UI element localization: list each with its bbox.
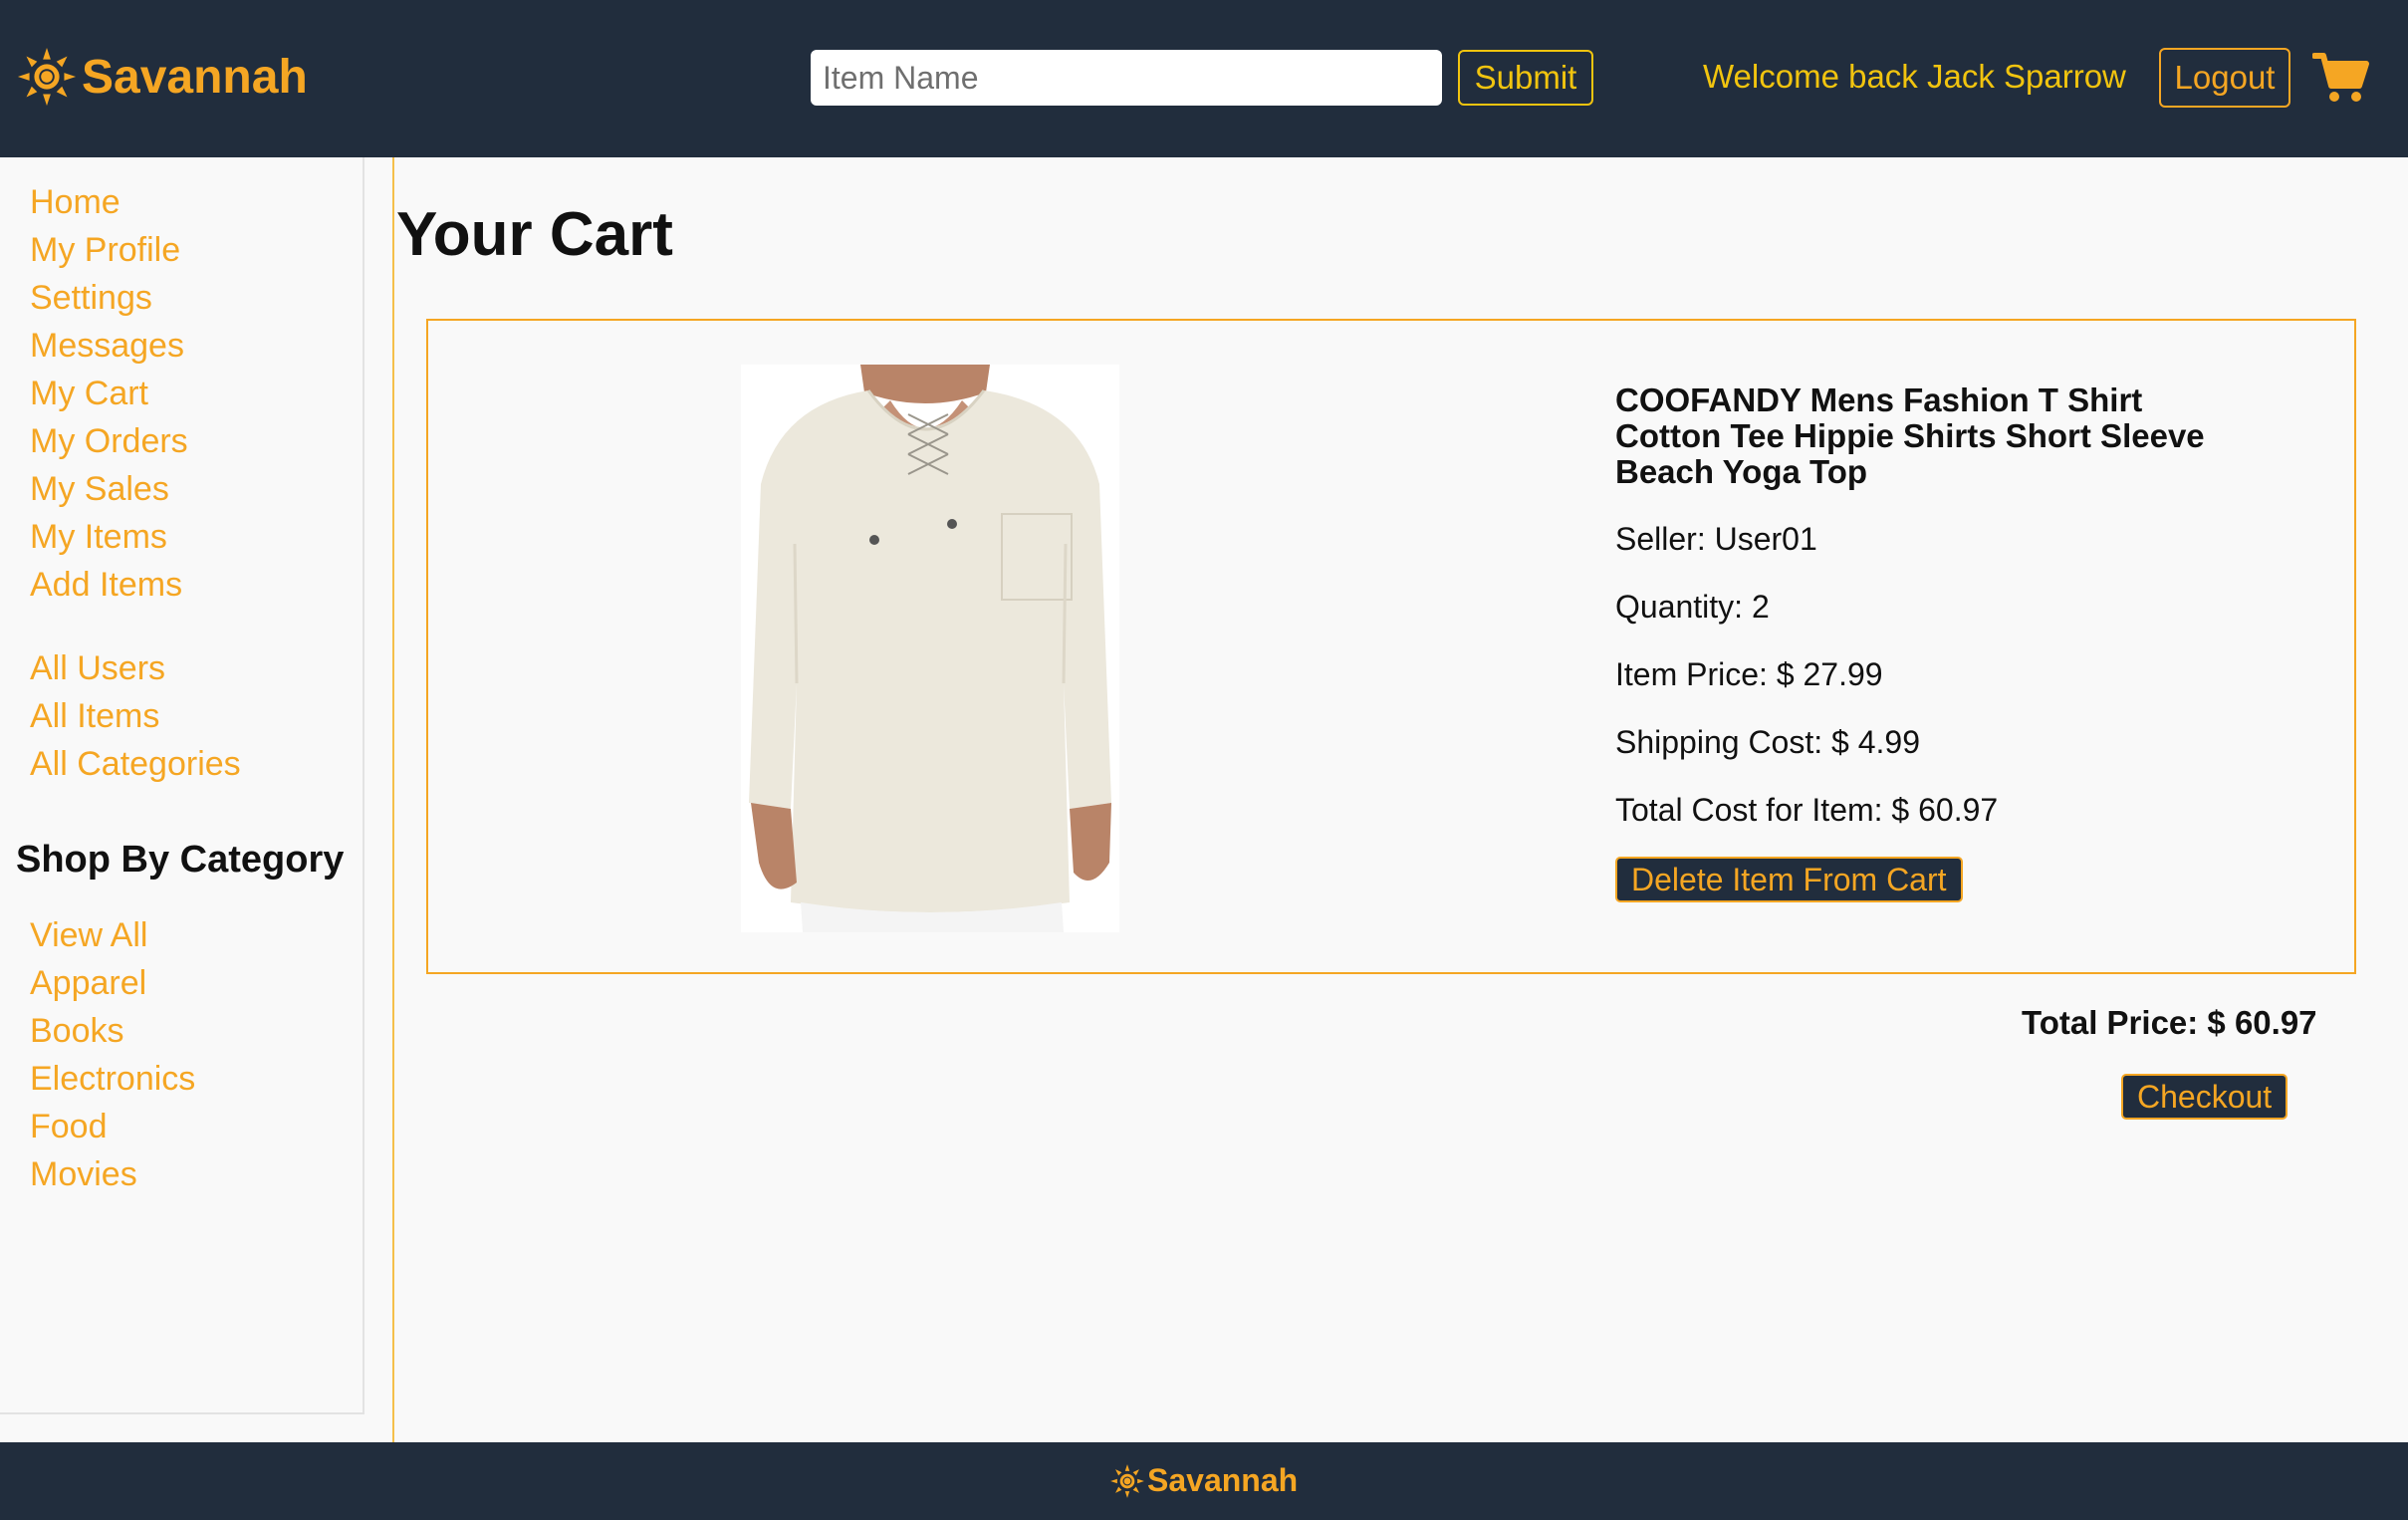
sidebar: Home My Profile Settings Messages My Car… (0, 157, 364, 1414)
product-details: COOFANDY Mens Fashion T Shirt Cotton Tee… (1615, 382, 2253, 902)
sidebar-link-my-profile[interactable]: My Profile (30, 231, 180, 270)
item-price-value: $ 27.99 (1776, 656, 1883, 692)
sun-icon (1110, 1463, 1144, 1498)
cart-item-card: COOFANDY Mens Fashion T Shirt Cotton Tee… (426, 319, 2356, 974)
sidebar-link-my-sales[interactable]: My Sales (30, 470, 169, 509)
sidebar-link-all-items[interactable]: All Items (30, 697, 159, 736)
seller-value: User01 (1714, 521, 1817, 557)
sidebar-link-messages[interactable]: Messages (30, 327, 184, 366)
brand-logo[interactable]: Savannah (16, 46, 308, 108)
welcome-message: Welcome back Jack Sparrow (1703, 58, 2126, 95)
footer-brand-name[interactable]: Savannah (1147, 1462, 1298, 1499)
category-link-apparel[interactable]: Apparel (30, 964, 146, 1003)
item-total-label: Total Cost for Item: (1615, 792, 1883, 828)
category-link-food[interactable]: Food (30, 1108, 108, 1146)
content-divider (392, 157, 394, 1444)
item-price-line: Item Price: $ 27.99 (1615, 655, 2253, 693)
product-image[interactable] (741, 365, 1119, 932)
quantity-line: Quantity: 2 (1615, 588, 2253, 626)
quantity-value: 2 (1751, 589, 1770, 625)
sidebar-link-all-users[interactable]: All Users (30, 649, 165, 688)
sidebar-link-add-items[interactable]: Add Items (30, 566, 182, 605)
shipping-cost-value: $ 4.99 (1831, 724, 1920, 760)
top-nav-bar: Savannah Submit Welcome back Jack Sparro… (0, 0, 2408, 157)
shipping-cost-label: Shipping Cost: (1615, 724, 1823, 760)
product-name[interactable]: COOFANDY Mens Fashion T Shirt Cotton Tee… (1615, 382, 2253, 490)
footer: Savannah (0, 1442, 2408, 1520)
category-link-view-all[interactable]: View All (30, 916, 147, 955)
submit-button[interactable]: Submit (1458, 50, 1593, 106)
checkout-button[interactable]: Checkout (2121, 1074, 2288, 1120)
sidebar-link-my-cart[interactable]: My Cart (30, 375, 148, 413)
category-link-electronics[interactable]: Electronics (30, 1060, 195, 1099)
item-total-line: Total Cost for Item: $ 60.97 (1615, 791, 2253, 829)
search-input[interactable] (811, 50, 1442, 106)
delete-item-button[interactable]: Delete Item From Cart (1615, 857, 1963, 902)
cart-icon[interactable] (2312, 52, 2370, 104)
item-total-value: $ 60.97 (1891, 792, 1999, 828)
page-title: Your Cart (396, 200, 673, 269)
sidebar-link-my-orders[interactable]: My Orders (30, 422, 188, 461)
sidebar-link-all-categories[interactable]: All Categories (30, 745, 241, 784)
logout-button[interactable]: Logout (2159, 48, 2290, 108)
sidebar-link-home[interactable]: Home (30, 183, 120, 222)
shop-by-category-heading: Shop By Category (16, 839, 345, 881)
seller-label: Seller: (1615, 521, 1706, 557)
item-price-label: Item Price: (1615, 656, 1768, 692)
brand-name[interactable]: Savannah (82, 50, 308, 105)
quantity-label: Quantity: (1615, 589, 1744, 625)
seller-line: Seller: User01 (1615, 520, 2253, 558)
sidebar-link-my-items[interactable]: My Items (30, 518, 167, 557)
sun-icon (17, 47, 77, 107)
category-link-books[interactable]: Books (30, 1012, 124, 1051)
sidebar-link-settings[interactable]: Settings (30, 279, 152, 318)
cart-total-price: Total Price: $ 60.97 (2022, 1004, 2317, 1041)
shipping-cost-line: Shipping Cost: $ 4.99 (1615, 723, 2253, 761)
category-link-movies[interactable]: Movies (30, 1155, 137, 1194)
footer-brand[interactable]: Savannah (1109, 1462, 1298, 1499)
